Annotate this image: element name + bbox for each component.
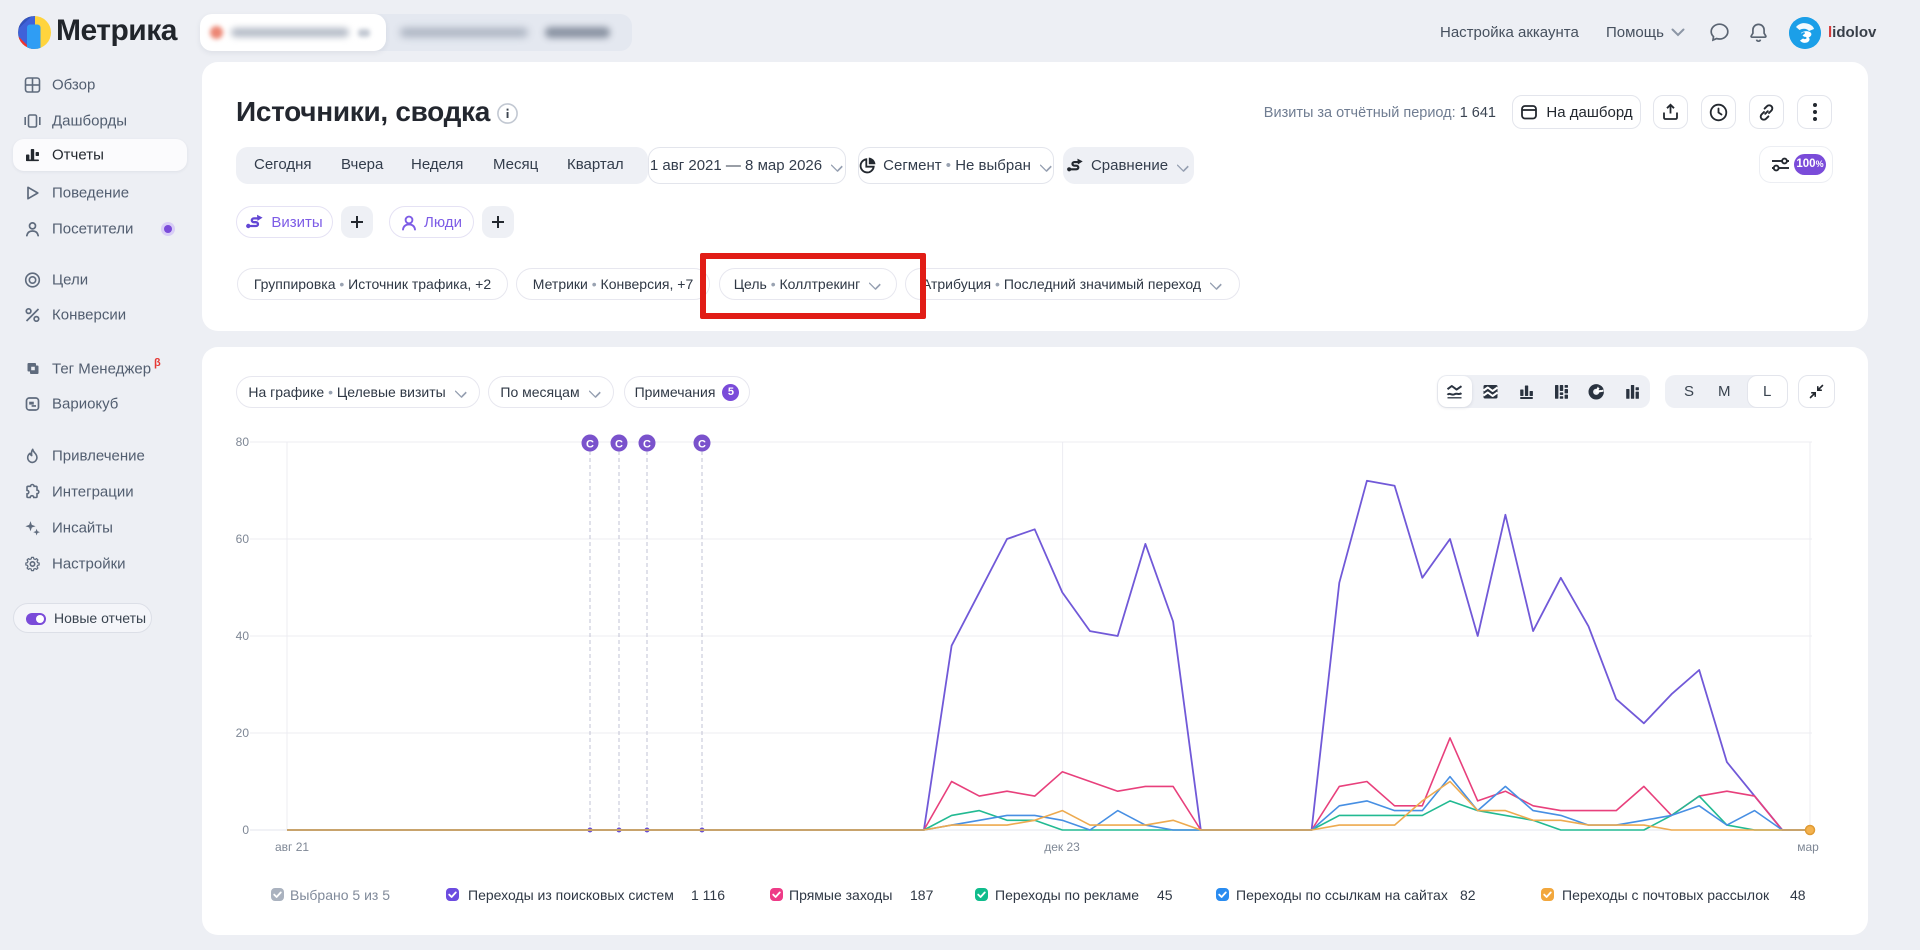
svg-text:C: C bbox=[643, 439, 651, 451]
svg-text:C: C bbox=[615, 439, 623, 451]
svg-text:20: 20 bbox=[236, 726, 250, 740]
svg-text:40: 40 bbox=[236, 629, 250, 643]
svg-text:C: C bbox=[586, 439, 594, 451]
svg-text:авг 21: авг 21 bbox=[275, 840, 309, 854]
svg-text:80: 80 bbox=[236, 435, 250, 449]
svg-text:дек 23: дек 23 bbox=[1044, 840, 1080, 854]
svg-text:0: 0 bbox=[242, 823, 249, 837]
svg-text:C: C bbox=[698, 439, 706, 451]
svg-text:мар: мар bbox=[1797, 840, 1819, 854]
svg-text:60: 60 bbox=[236, 532, 250, 546]
